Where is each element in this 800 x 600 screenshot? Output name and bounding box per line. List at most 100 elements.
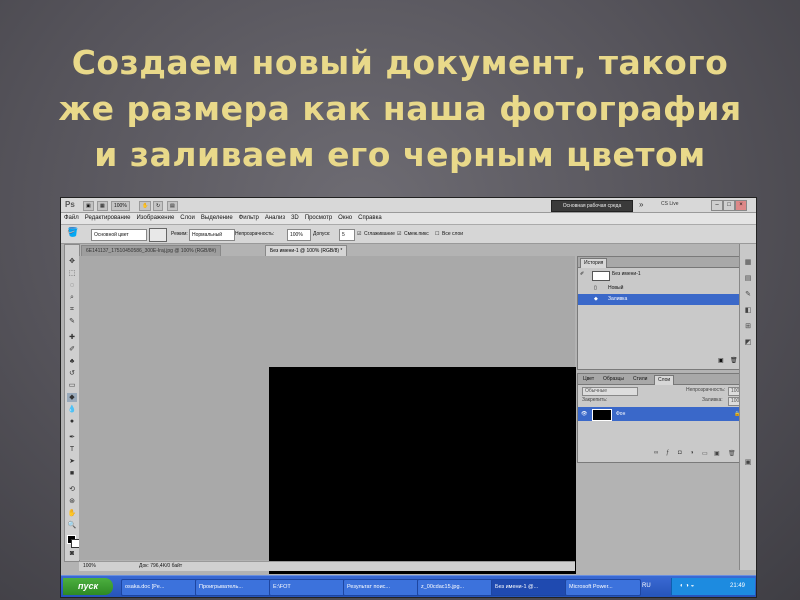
crop-tool-icon[interactable]: ⌗ (67, 305, 77, 314)
history-brush-tool-icon[interactable]: ↺ (67, 369, 77, 378)
paint-bucket-tool-icon[interactable]: ◆ (67, 393, 77, 402)
menu-file[interactable]: Файл (61, 213, 82, 224)
paint-bucket-icon[interactable]: 🪣 (67, 227, 78, 237)
panel-icon-1[interactable]: ▦ (743, 258, 753, 268)
zoom-level[interactable]: 100% (111, 201, 130, 211)
taskbar-item-4[interactable]: Результат поис... (343, 579, 419, 596)
arrange-documents-icon[interactable]: ▤ (167, 201, 178, 211)
cs-live-button[interactable]: CS Live (661, 201, 679, 207)
history-snapshot[interactable]: ✐ Без имени-1 (578, 269, 746, 281)
adjustment-layer-icon[interactable]: ◑ (690, 450, 694, 456)
taskbar-item-7[interactable]: Microsoft Power... (565, 579, 641, 596)
panel-icon-6[interactable]: ◩ (743, 338, 753, 348)
blend-mode-select[interactable]: Обычные (582, 387, 638, 396)
fill-source-select[interactable]: Основной цвет (91, 229, 147, 241)
minimize-button[interactable]: – (711, 200, 723, 211)
start-label: пуск (77, 581, 99, 591)
clone-stamp-tool-icon[interactable]: ♣ (67, 357, 77, 366)
opacity-field[interactable]: 100% (287, 229, 311, 241)
tray-icons[interactable]: ◐ ◑ ◒ (680, 578, 694, 595)
quick-mask-icon[interactable]: ◙ (67, 549, 77, 558)
eraser-tool-icon[interactable]: ▭ (67, 381, 77, 390)
link-layers-icon[interactable]: ∞ (654, 450, 658, 456)
panel-icon-5[interactable]: ⊞ (743, 322, 753, 332)
3d-orbit-tool-icon[interactable]: ⊛ (67, 497, 77, 506)
maximize-button[interactable]: □ (723, 200, 735, 211)
panel-icon-3[interactable]: ✎ (743, 290, 753, 300)
blur-tool-icon[interactable]: 💧 (67, 405, 77, 414)
layers-footer: ∞ ƒ ◘ ◑ ▭ ▣ 🗑 (578, 450, 746, 460)
fx-icon[interactable]: ƒ (666, 450, 669, 456)
document-canvas-black[interactable] (269, 367, 576, 574)
panel-icon-4[interactable]: ◧ (743, 306, 753, 316)
menu-view[interactable]: Просмотр (302, 213, 335, 224)
new-layer-icon[interactable]: ▣ (714, 450, 720, 457)
language-indicator[interactable]: RU (642, 578, 651, 595)
path-selection-tool-icon[interactable]: ➤ (67, 457, 77, 466)
menu-edit[interactable]: Редактирование (82, 213, 134, 224)
new-snapshot-icon[interactable]: ▣ (718, 357, 724, 364)
taskbar-item-2[interactable]: Проигрыватель... (195, 579, 271, 596)
delete-layer-icon[interactable]: 🗑 (728, 450, 736, 457)
all-layers-checkbox-icon[interactable]: ☐ (435, 229, 439, 239)
3d-rotate-tool-icon[interactable]: ⟲ (67, 485, 77, 494)
eyedropper-tool-icon[interactable]: ✎ (67, 317, 77, 326)
document-tabs: 6E141137_17510450586_300E-Iraj.jpg @ 100… (79, 244, 579, 256)
view-extras-icon[interactable]: ▦ (97, 201, 108, 211)
status-zoom[interactable]: 100% (83, 562, 96, 571)
close-button[interactable]: × (735, 200, 747, 211)
tolerance-field[interactable]: 5 (339, 229, 355, 241)
lasso-tool-icon[interactable]: ◌ (67, 281, 77, 290)
tab-photo[interactable]: 6E141137_17510450586_300E-Iraj.jpg @ 100… (81, 245, 222, 256)
new-group-icon[interactable]: ▭ (702, 450, 708, 457)
menu-select[interactable]: Выделение (198, 213, 236, 224)
move-tool-icon[interactable]: ✥ (67, 257, 77, 266)
opacity-label: Непрозрачность: (235, 231, 275, 237)
taskbar-item-5[interactable]: z_00cdac15.jpg... (417, 579, 493, 596)
tab-swatches[interactable]: Образцы (600, 375, 627, 384)
menu-window[interactable]: Окно (335, 213, 355, 224)
workspace-overflow-icon[interactable]: » (639, 200, 643, 209)
mask-icon[interactable]: ◘ (678, 450, 682, 456)
workspace-button[interactable]: Основная рабочая среда (551, 200, 633, 212)
eye-icon[interactable]: 👁 (581, 407, 587, 421)
mode-select[interactable]: Нормальный (189, 229, 235, 241)
zoom-tool-icon[interactable]: 🔍 (67, 521, 77, 530)
rotate-view-icon[interactable]: ↻ (153, 201, 164, 211)
dodge-tool-icon[interactable]: ● (67, 417, 77, 426)
panel-icon-2[interactable]: ▤ (743, 274, 753, 284)
pen-tool-icon[interactable]: ✒ (67, 433, 77, 442)
menu-analysis[interactable]: Анализ (262, 213, 288, 224)
tab-layers[interactable]: Слои (654, 375, 675, 385)
contiguous-checkbox-icon[interactable]: ☑ (397, 229, 401, 239)
taskbar-item-3[interactable]: E:\FOT (269, 579, 345, 596)
tab-untitled-1[interactable]: Без имени-1 @ 100% (RGB/8) * (265, 245, 348, 256)
marquee-tool-icon[interactable]: ⬚ (67, 269, 77, 278)
panel-icon-7[interactable]: ▣ (743, 458, 753, 468)
tab-styles[interactable]: Стили (630, 375, 650, 384)
shape-tool-icon[interactable]: ■ (67, 469, 77, 478)
taskbar-item-6[interactable]: Без имени-1 @... (491, 579, 567, 596)
healing-brush-tool-icon[interactable]: ✚ (67, 333, 77, 342)
menu-layers[interactable]: Слои (177, 213, 198, 224)
layer-row-background[interactable]: 👁 Фон 🔒 (578, 407, 746, 421)
menu-filter[interactable]: Фильтр (236, 213, 262, 224)
menu-3d[interactable]: 3D (288, 213, 302, 224)
tab-color[interactable]: Цвет (580, 375, 597, 384)
antialias-checkbox-icon[interactable]: ☑ (357, 229, 361, 239)
hand-tool-icon[interactable]: ✋ (139, 201, 152, 211)
tab-history[interactable]: История (580, 258, 608, 268)
start-button[interactable]: пуск (63, 578, 113, 595)
brush-tool-icon[interactable]: ✐ (67, 345, 77, 354)
type-tool-icon[interactable]: T (67, 445, 77, 454)
quick-selection-tool-icon[interactable]: ⌕ (67, 293, 77, 302)
taskbar-item-1[interactable]: osaka.doc [Pe... (121, 579, 197, 596)
menu-image[interactable]: Изображение (133, 213, 177, 224)
trash-icon[interactable]: 🗑 (730, 357, 738, 364)
pattern-swatch[interactable] (149, 228, 167, 242)
menu-help[interactable]: Справка (355, 213, 385, 224)
bridge-icon[interactable]: ▣ (83, 201, 94, 211)
history-item-new[interactable]: ▯ Новый (578, 283, 746, 294)
hand-tool-icon[interactable]: ✋ (67, 509, 77, 518)
history-item-fill[interactable]: ◆ Заливка (578, 294, 746, 305)
